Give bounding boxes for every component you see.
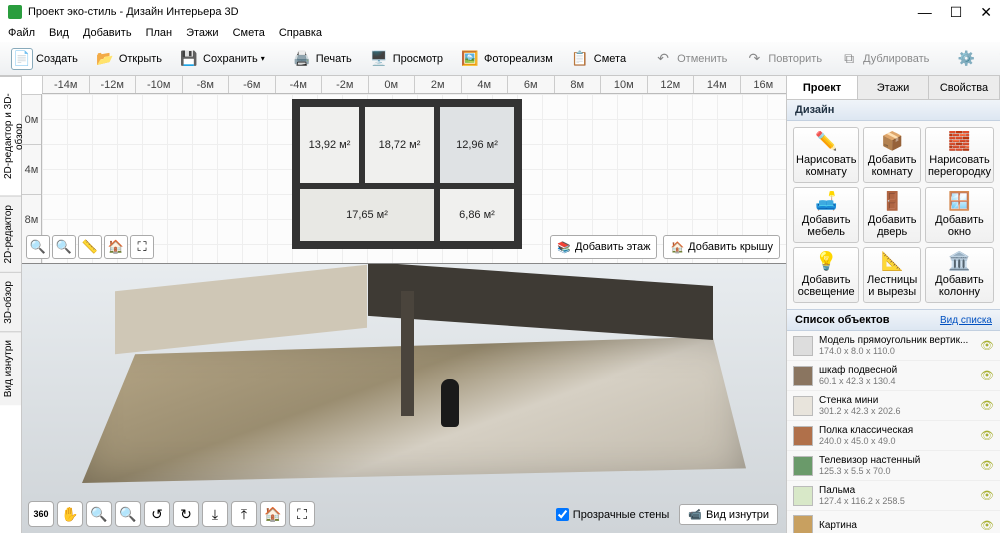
rotate-cw[interactable]: ↻ <box>173 501 199 527</box>
action-grid: ✏️Нарисовать комнату 📦Добавить комнату 🧱… <box>787 121 1000 309</box>
list-item[interactable]: Телевизор настенный125.3 x 5.5 x 70.0👁 <box>787 451 1000 481</box>
menu-estimate[interactable]: Смета <box>233 27 265 39</box>
menu-view[interactable]: Вид <box>49 27 69 39</box>
layers-icon: 📚 <box>557 241 571 254</box>
zoom-out-2d[interactable]: 🔍 <box>26 235 50 259</box>
action-add-door[interactable]: 🚪Добавить дверь <box>863 187 921 243</box>
tab-inside[interactable]: Вид изнутри <box>0 331 21 405</box>
menu-add[interactable]: Добавить <box>83 27 132 39</box>
app-logo-icon <box>8 5 22 19</box>
visibility-icon[interactable]: 👁 <box>980 489 994 502</box>
camera-icon: 📹 <box>688 508 702 521</box>
add-roof-button[interactable]: 🏠Добавить крышу <box>663 235 780 259</box>
visibility-icon[interactable]: 👁 <box>980 429 994 442</box>
action-draw-partition[interactable]: 🧱Нарисовать перегородку <box>925 127 994 183</box>
menu-file[interactable]: Файл <box>8 27 35 39</box>
close-button[interactable]: ✕ <box>980 4 992 21</box>
list-item[interactable]: Картина👁 <box>787 511 1000 533</box>
duplicate-button[interactable]: ⧉Дублировать <box>833 46 934 72</box>
zoom-in-2d[interactable]: 🔍 <box>52 235 76 259</box>
list-view-toggle[interactable]: Вид списка <box>940 315 992 326</box>
view-2d[interactable]: -14м-12м-10м-8м-6м-4м-2м0м2м4м6м8м10м12м… <box>22 76 786 264</box>
zoom-in-3d[interactable]: 🔍 <box>115 501 141 527</box>
visibility-icon[interactable]: 👁 <box>980 369 994 382</box>
menu-plan[interactable]: План <box>146 27 173 39</box>
help-button[interactable]: ❔ <box>988 46 1000 72</box>
room-1[interactable]: 13,92 м² <box>297 104 362 186</box>
tab-2d-3d[interactable]: 2D-редактор и 3D-обзор <box>0 76 21 196</box>
visibility-icon[interactable]: 👁 <box>980 339 994 352</box>
person-avatar <box>441 379 459 427</box>
tab-properties[interactable]: Свойства <box>929 76 1000 99</box>
tilt-down[interactable]: ⤓ <box>202 501 228 527</box>
add-floor-button[interactable]: 📚Добавить этаж <box>550 235 657 259</box>
ruler-horizontal: -14м-12м-10м-8м-6м-4м-2м0м2м4м6м8м10м12м… <box>42 76 786 94</box>
view-tabs: 2D-редактор и 3D-обзор 2D-редактор 3D-об… <box>0 76 22 533</box>
inside-view-button[interactable]: 📹Вид изнутри <box>679 504 778 525</box>
action-add-lighting[interactable]: 💡Добавить освещение <box>793 247 859 303</box>
tab-2d[interactable]: 2D-редактор <box>0 196 21 272</box>
action-draw-room[interactable]: ✏️Нарисовать комнату <box>793 127 859 183</box>
save-button[interactable]: 💾Сохранить▾ <box>173 46 270 72</box>
tab-floors[interactable]: Этажи <box>858 76 929 99</box>
visibility-icon[interactable]: 👁 <box>980 459 994 472</box>
main-menu: Файл Вид Добавить План Этажи Смета Справ… <box>0 24 1000 42</box>
list-item[interactable]: Полка классическая240.0 x 45.0 x 49.0👁 <box>787 421 1000 451</box>
list-item[interactable]: шкаф подвесной60.1 x 42.3 x 130.4👁 <box>787 361 1000 391</box>
action-stairs[interactable]: 📐Лестницы и вырезы <box>863 247 921 303</box>
create-button[interactable]: 📄Создать <box>6 46 83 72</box>
open-button[interactable]: 📂Открыть <box>89 46 167 72</box>
tilt-up[interactable]: ⤒ <box>231 501 257 527</box>
list-item[interactable]: Пальма127.4 x 116.2 x 258.5👁 <box>787 481 1000 511</box>
settings-button[interactable]: ⚙️ <box>950 46 982 72</box>
main-toolbar: 📄Создать 📂Открыть 💾Сохранить▾ 🖨️Печать 🖥… <box>0 42 1000 76</box>
room-2[interactable]: 18,72 м² <box>362 104 437 186</box>
objects-list[interactable]: Модель прямоугольник вертик...174.0 x 8.… <box>787 331 1000 533</box>
rotate-ccw[interactable]: ↺ <box>144 501 170 527</box>
visibility-icon[interactable]: 👁 <box>980 399 994 412</box>
print-button[interactable]: 🖨️Печать <box>286 46 357 72</box>
roof-icon: 🏠 <box>670 241 684 254</box>
view-3d[interactable]: 360 ✋ 🔍 🔍 ↺ ↻ ⤓ ⤒ 🏠 ⛶ Прозрачные стены 📹… <box>22 264 786 533</box>
transparent-walls-checkbox[interactable]: Прозрачные стены <box>556 508 669 521</box>
preview-button[interactable]: 🖥️Просмотр <box>363 46 448 72</box>
window-title: Проект эко-стиль - Дизайн Интерьера 3D <box>28 6 918 18</box>
measure-tool[interactable]: 📏 <box>78 235 102 259</box>
list-item[interactable]: Стенка мини301.2 x 42.3 x 202.6👁 <box>787 391 1000 421</box>
estimate-button[interactable]: 📋Смета <box>564 46 631 72</box>
tab-3d[interactable]: 3D-обзор <box>0 272 21 332</box>
floorplan[interactable]: 13,92 м² 18,72 м² 12,96 м² 17,65 м² 6,86… <box>292 99 522 249</box>
home-3d[interactable]: 🏠 <box>260 501 286 527</box>
room-3[interactable]: 12,96 м² <box>437 104 517 186</box>
pan-tool[interactable]: ✋ <box>57 501 83 527</box>
action-add-column[interactable]: 🏛️Добавить колонну <box>925 247 994 303</box>
design-section-header: Дизайн <box>787 100 1000 121</box>
list-item[interactable]: Модель прямоугольник вертик...174.0 x 8.… <box>787 331 1000 361</box>
room-5[interactable]: 6,86 м² <box>437 186 517 244</box>
right-panel: Проект Этажи Свойства Дизайн ✏️Нарисоват… <box>786 76 1000 533</box>
menu-help[interactable]: Справка <box>279 27 322 39</box>
tab-project[interactable]: Проект <box>787 76 858 99</box>
window-titlebar: Проект эко-стиль - Дизайн Интерьера 3D —… <box>0 0 1000 24</box>
maximize-button[interactable]: ☐ <box>950 4 963 21</box>
fit-3d[interactable]: ⛶ <box>289 501 315 527</box>
action-add-room[interactable]: 📦Добавить комнату <box>863 127 921 183</box>
action-add-window[interactable]: 🪟Добавить окно <box>925 187 994 243</box>
redo-button[interactable]: ↷Повторить <box>738 46 827 72</box>
menu-floors[interactable]: Этажи <box>186 27 218 39</box>
minimize-button[interactable]: — <box>918 4 932 21</box>
photorealism-button[interactable]: 🖼️Фотореализм <box>454 46 558 72</box>
home-2d[interactable]: 🏠 <box>104 235 128 259</box>
objects-list-header: Список объектов <box>795 314 889 326</box>
zoom-out-3d[interactable]: 🔍 <box>86 501 112 527</box>
undo-button[interactable]: ↶Отменить <box>647 46 732 72</box>
room-4[interactable]: 17,65 м² <box>297 186 437 244</box>
fit-2d[interactable]: ⛶ <box>130 235 154 259</box>
visibility-icon[interactable]: 👁 <box>980 519 994 532</box>
orbit-360[interactable]: 360 <box>28 501 54 527</box>
action-add-furniture[interactable]: 🛋️Добавить мебель <box>793 187 859 243</box>
